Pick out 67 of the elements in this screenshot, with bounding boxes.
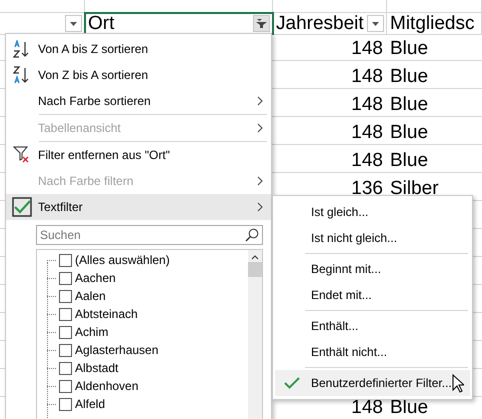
dropdown-arrow-icon [372,22,379,26]
table-cell-text: Blue [389,150,428,172]
value-item[interactable]: Aglasterhausen [47,341,248,359]
checkbox[interactable] [59,362,72,374]
table-cell-text: Blue [389,94,428,116]
column-header: Ort [87,12,114,34]
chevron-right-icon [257,202,263,212]
checkbox[interactable] [59,326,72,338]
menu-item[interactable]: Endet mit... [275,282,470,308]
menu-item[interactable]: Filter entfernen aus "Ort" [6,142,271,168]
table-cell-text: 148 [350,150,384,172]
chevron-right-icon [257,123,263,133]
value-item[interactable]: Abtsteinach [47,305,248,323]
table-cell-text: 148 [350,397,384,419]
checkbox[interactable] [59,254,72,266]
column-header: Jahresbeit [275,12,364,34]
table-cell-text: 148 [350,122,384,144]
scroll-up-icon [251,255,259,260]
checked-box-icon [12,197,32,217]
checkbox[interactable] [59,344,72,356]
scrollbar[interactable] [248,250,262,419]
checkbox[interactable] [59,380,72,392]
value-item[interactable]: Albstadt [47,359,248,377]
value-item[interactable]: Aachen [47,269,248,287]
filter-icon [256,19,267,28]
menu-item[interactable]: Ist nicht gleich... [275,225,470,251]
table-cell-text: Blue [389,397,428,419]
value-item[interactable]: Aalen [47,287,248,305]
checkbox[interactable] [59,290,72,302]
checkbox[interactable] [59,398,72,410]
filter-dropdown-button[interactable] [65,15,82,32]
table-cell-text: 148 [350,66,384,88]
value-item[interactable]: Achim [47,323,248,341]
value-item[interactable]: (Alles auswählen) [47,251,248,269]
table-cell-text: 148 [350,38,384,60]
menu-item[interactable]: Enthält nicht... [275,339,470,365]
menu-item[interactable]: Von Z bis A sortieren [6,62,271,88]
search-icon [245,228,259,242]
scroll-thumb[interactable] [248,262,262,277]
menu-item[interactable]: Von A bis Z sortieren [6,36,271,62]
table-cell-text: Silber [389,178,439,200]
menu-item[interactable]: Ist gleich... [275,199,470,225]
table-cell-text: Blue [389,38,428,60]
checkbox[interactable] [59,308,72,320]
mouse-pointer-icon [452,374,464,393]
menu-item[interactable]: Beginnt mit... [275,256,470,282]
menu-item[interactable]: Textfilter [6,194,271,220]
table-cell-text: 148 [350,94,384,116]
column-header: Mitgliedsc [389,12,474,34]
menu-item[interactable]: Benutzerdefinierter Filter... [275,370,470,396]
sort-ascending-icon [13,40,31,58]
menu-item[interactable]: Enthält... [275,313,470,339]
filter-dropdown-button[interactable] [253,15,270,32]
sort-descending-icon [13,66,31,84]
chevron-right-icon [257,176,263,186]
clear-filter-icon [13,146,31,164]
table-cell-text: Blue [389,122,428,144]
value-item[interactable]: Aldenhoven [47,377,248,395]
table-cell-text: Blue [389,66,428,88]
checkbox[interactable] [59,272,72,284]
dropdown-arrow-icon [70,22,77,26]
chevron-right-icon [257,96,263,106]
menu-item[interactable]: Nach Farbe sortieren [6,88,271,114]
value-item[interactable]: Alfeld [47,395,248,413]
search-field[interactable]: Suchen [36,225,263,245]
table-cell-text: 136 [350,178,384,200]
filter-dropdown-button[interactable] [367,15,384,32]
